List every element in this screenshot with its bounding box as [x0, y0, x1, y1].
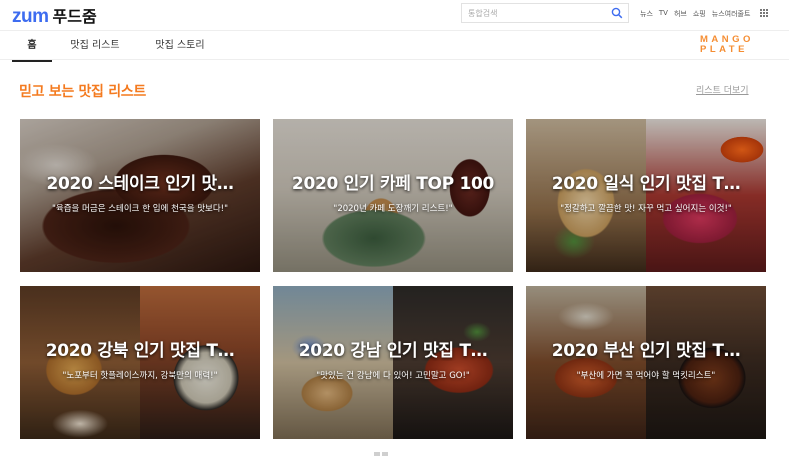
- zum-logo[interactable]: zum 푸드줌: [12, 3, 97, 28]
- section-title: 믿고 보는 맛집 리스트: [19, 84, 146, 100]
- mangoplate-logo[interactable]: MANGO PLATE: [700, 35, 768, 57]
- tab-home[interactable]: 홈: [12, 31, 52, 62]
- tab-restaurant-list[interactable]: 맛집 리스트: [64, 31, 126, 60]
- grid-menu-icon[interactable]: [760, 9, 768, 17]
- card-subtitle: "2020년 카페 도장깨기 리스트!": [333, 204, 453, 214]
- logo-service: 푸드줌: [52, 7, 97, 26]
- card-title: 2020 강북 인기 맛집 T…: [45, 341, 235, 361]
- card-title: 2020 강남 인기 맛집 T…: [298, 341, 488, 361]
- more-lists-link[interactable]: 리스트 더보기: [696, 83, 749, 96]
- card-subtitle: "정갈하고 깔끔한 맛! 자꾸 먹고 싶어지는 이것!": [560, 204, 732, 214]
- card-subtitle: "노포부터 핫플레이스까지, 강북만의 매력!": [62, 371, 218, 381]
- list-card-gangbuk[interactable]: 2020 강북 인기 맛집 T… "노포부터 핫플레이스까지, 강북만의 매력!…: [20, 286, 260, 439]
- top-link-shopping[interactable]: 쇼핑: [693, 9, 706, 19]
- card-title: 2020 스테이크 인기 맛…: [46, 174, 234, 194]
- card-title: 2020 일식 인기 맛집 T…: [551, 174, 741, 194]
- partial-element-icon: [374, 452, 388, 456]
- list-card-steak[interactable]: 2020 스테이크 인기 맛… "육즙을 머금은 스테이크 한 입에 천국을 맛…: [20, 119, 260, 272]
- list-card-busan[interactable]: 2020 부산 인기 맛집 T… "부산에 가면 꼭 먹어야 할 먹킷리스트": [526, 286, 766, 439]
- tab-restaurant-story[interactable]: 맛집 스토리: [147, 31, 213, 60]
- card-subtitle: "부산에 가면 꼭 먹어야 할 먹킷리스트": [576, 371, 716, 381]
- list-card-japanese[interactable]: 2020 일식 인기 맛집 T… "정갈하고 깔끔한 맛! 자꾸 먹고 싶어지는…: [526, 119, 766, 272]
- top-bar: zum 푸드줌 뉴스 TV 허브 쇼핑 뉴스여러줄트: [0, 0, 789, 30]
- list-card-cafe[interactable]: 2020 인기 카페 TOP 100 "2020년 카페 도장깨기 리스트!": [273, 119, 513, 272]
- card-title: 2020 인기 카페 TOP 100: [291, 174, 495, 194]
- logo-brand: zum: [12, 6, 49, 27]
- search-input[interactable]: [468, 6, 608, 20]
- search-icon[interactable]: [611, 7, 623, 19]
- card-subtitle: "육즙을 머금은 스테이크 한 입에 천국을 맛보다!": [51, 204, 229, 214]
- top-link-tv[interactable]: TV: [659, 9, 668, 19]
- top-link-news[interactable]: 뉴스: [640, 9, 653, 19]
- top-links: 뉴스 TV 허브 쇼핑 뉴스여러줄트: [640, 9, 750, 19]
- top-link-hub[interactable]: 허브: [674, 9, 687, 19]
- card-title: 2020 부산 인기 맛집 T…: [551, 341, 741, 361]
- list-card-gangnam[interactable]: 2020 강남 인기 맛집 T… "맛있는 건 강남에 다 있어! 고민말고 G…: [273, 286, 513, 439]
- mango-logo-line2: PLATE: [700, 44, 748, 55]
- card-subtitle: "맛있는 건 강남에 다 있어! 고민말고 GO!": [316, 371, 470, 381]
- top-link-news-multi[interactable]: 뉴스여러줄트: [712, 9, 751, 19]
- search-box: [461, 3, 629, 23]
- main-nav: 홈 맛집 리스트 맛집 스토리 MANGO PLATE: [0, 30, 789, 62]
